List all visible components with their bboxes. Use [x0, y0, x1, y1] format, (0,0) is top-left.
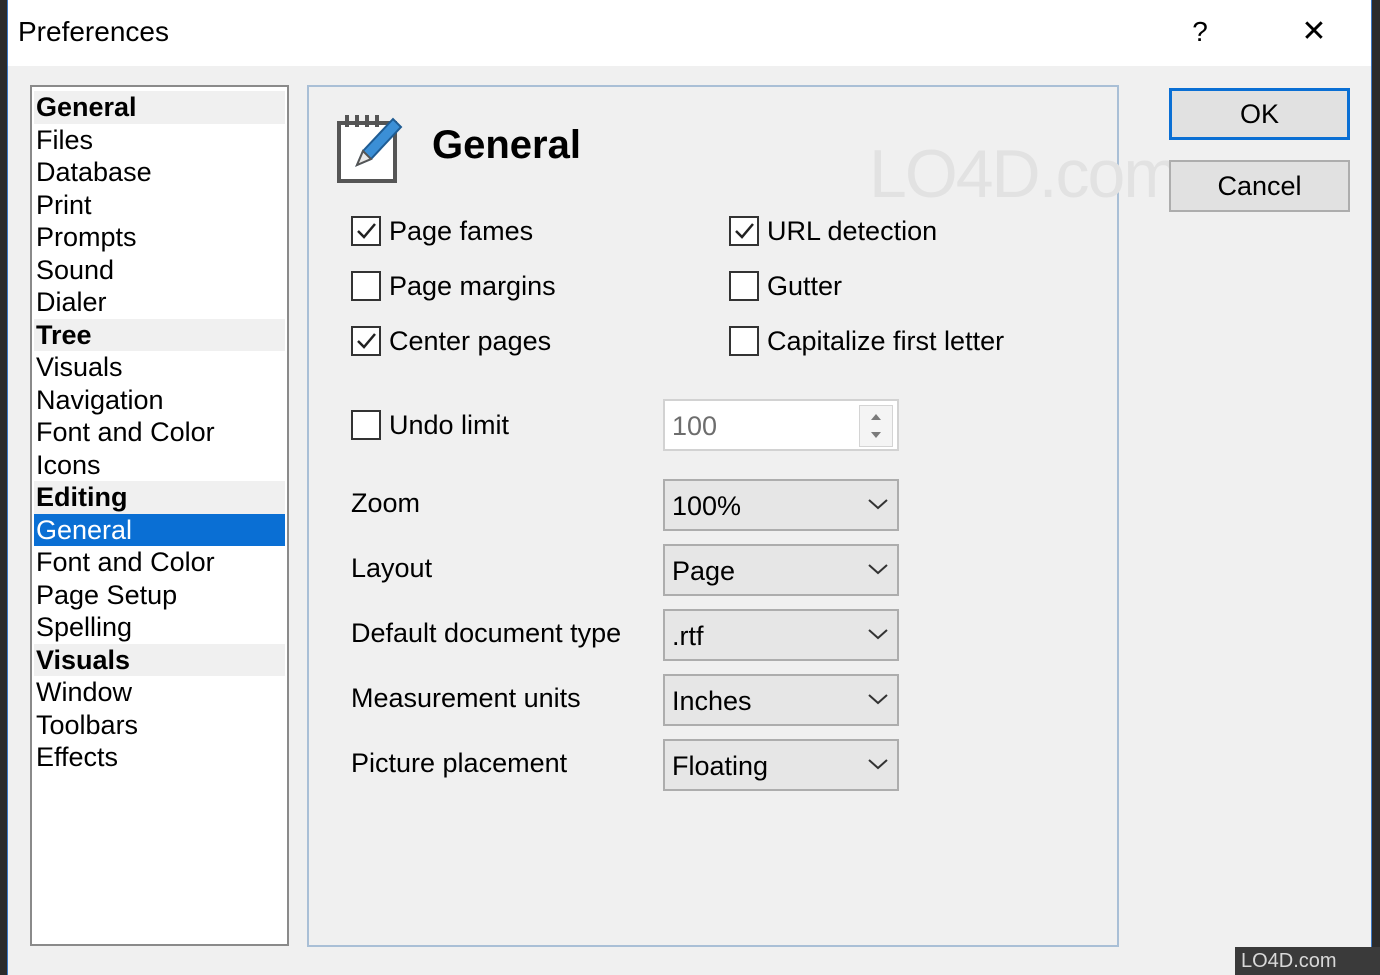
checkbox-box — [351, 216, 381, 246]
units-value: Inches — [672, 686, 752, 716]
picture-placement-select[interactable]: Floating — [663, 739, 899, 791]
category-item[interactable]: Visuals — [34, 351, 285, 384]
category-item[interactable]: Icons — [34, 449, 285, 482]
checkbox-box — [729, 326, 759, 356]
doc-type-select[interactable]: .rtf — [663, 609, 899, 661]
title-bar: Preferences ? ✕ — [8, 0, 1371, 66]
zoom-value: 100% — [672, 491, 742, 521]
checkbox-label: Capitalize first letter — [767, 326, 1005, 356]
undo-limit-spinner[interactable]: 100 — [663, 399, 899, 451]
url-detection-checkbox[interactable]: URL detection — [729, 214, 949, 250]
undo-limit-value: 100 — [672, 411, 718, 441]
ok-button[interactable]: OK — [1169, 88, 1350, 140]
category-item[interactable]: Dialer — [34, 286, 285, 319]
zoom-select[interactable]: 100% — [663, 479, 899, 531]
category-item[interactable]: Window — [34, 676, 285, 709]
doc-type-label: Default document type — [351, 618, 622, 648]
picture-placement-value: Floating — [672, 751, 769, 781]
settings-panel: LO4D.com General Page fames URL detectio… — [307, 85, 1180, 947]
category-list[interactable]: General Files Database Print Prompts Sound Dia… — [30, 85, 289, 946]
checkbox-box — [351, 326, 381, 356]
checkbox-label: Undo limit — [389, 410, 510, 440]
checkmark-icon — [357, 333, 376, 349]
center-pages-checkbox[interactable]: Center pages — [351, 324, 571, 360]
category-item[interactable]: Database — [34, 156, 285, 189]
checkbox-label: URL detection — [767, 216, 938, 246]
category-item[interactable]: Page Setup — [34, 579, 285, 612]
panel-title: General — [432, 123, 581, 167]
layout-label: Layout — [351, 553, 433, 583]
category-header[interactable]: Tree — [34, 318, 285, 351]
chevron-down-icon — [868, 694, 888, 705]
window-title: Preferences — [18, 16, 169, 47]
category-item[interactable]: Spelling — [34, 611, 285, 644]
undo-limit-checkbox[interactable]: Undo limit — [351, 408, 521, 444]
chevron-down-icon — [868, 629, 888, 640]
category-item[interactable]: Print — [34, 189, 285, 222]
units-label: Measurement units — [351, 683, 581, 713]
corner-logo: LO4D.com — [1235, 947, 1380, 975]
layout-select[interactable]: Page — [663, 544, 899, 596]
chevron-down-icon — [868, 759, 888, 770]
notepad-pencil-icon — [337, 115, 403, 183]
category-item[interactable]: Font and Color — [34, 416, 285, 449]
category-header[interactable]: General — [34, 91, 285, 124]
cancel-button[interactable]: Cancel — [1169, 160, 1350, 212]
category-item[interactable]: Files — [34, 124, 285, 157]
checkmark-icon — [357, 223, 376, 239]
checkbox-label: Page fames — [389, 216, 534, 246]
checkbox-box — [729, 271, 759, 301]
preferences-dialog: Preferences ? ✕ General Files Database Prin… — [7, 0, 1372, 975]
zoom-label: Zoom — [351, 488, 421, 518]
category-item[interactable]: General — [34, 513, 285, 546]
checkbox-box — [351, 271, 381, 301]
page-margins-checkbox[interactable]: Page margins — [351, 269, 571, 305]
category-item[interactable]: Effects — [34, 741, 285, 774]
spinner-buttons — [859, 405, 893, 447]
watermark: LO4D.com — [869, 136, 1180, 212]
category-header[interactable]: Editing — [34, 481, 285, 514]
spin-up-icon[interactable] — [860, 406, 892, 426]
chevron-down-icon — [868, 499, 888, 510]
category-item[interactable]: Toolbars — [34, 709, 285, 742]
spin-down-icon[interactable] — [860, 426, 892, 446]
close-button[interactable]: ✕ — [1294, 12, 1334, 52]
doc-type-value: .rtf — [672, 621, 704, 651]
category-item[interactable]: Prompts — [34, 221, 285, 254]
category-item[interactable]: Font and Color — [34, 546, 285, 579]
checkbox-box — [351, 410, 381, 440]
picture-placement-label: Picture placement — [351, 748, 568, 778]
layout-value: Page — [672, 556, 736, 586]
checkbox-label: Center pages — [389, 326, 552, 356]
checkbox-label: Page margins — [389, 271, 556, 301]
units-select[interactable]: Inches — [663, 674, 899, 726]
category-item[interactable]: Navigation — [34, 384, 285, 417]
checkmark-icon — [735, 223, 754, 239]
help-button[interactable]: ? — [1180, 12, 1220, 52]
gutter-checkbox[interactable]: Gutter — [729, 269, 859, 305]
capitalize-first-letter-checkbox[interactable]: Capitalize first letter — [729, 324, 1019, 360]
chevron-down-icon — [868, 564, 888, 575]
category-item[interactable]: Sound — [34, 254, 285, 287]
category-header[interactable]: Visuals — [34, 643, 285, 676]
checkbox-box — [729, 216, 759, 246]
checkbox-label: Gutter — [767, 271, 843, 301]
page-fames-checkbox[interactable]: Page fames — [351, 214, 551, 250]
